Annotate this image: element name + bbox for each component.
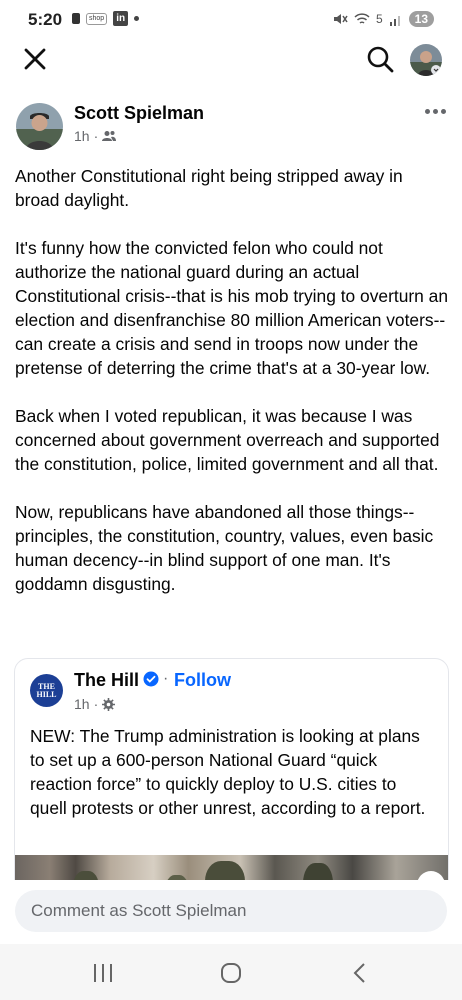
signal-icon <box>389 15 400 26</box>
home-icon <box>221 963 241 983</box>
linkedin-icon: in <box>113 11 129 26</box>
author-name[interactable]: Scott Spielman <box>74 103 204 124</box>
network-type-label: 5 <box>375 12 383 26</box>
recent-apps-button[interactable] <box>85 958 121 988</box>
search-icon <box>367 46 394 73</box>
post-paragraph: It's funny how the convicted felon who c… <box>15 238 449 378</box>
follow-button[interactable]: Follow <box>174 670 231 691</box>
comment-input[interactable] <box>15 890 447 932</box>
profile-avatar[interactable] <box>410 44 442 76</box>
mute-icon <box>333 14 348 24</box>
home-button[interactable] <box>213 958 249 988</box>
author-photo-icon <box>16 103 63 150</box>
lock-icon <box>72 13 80 24</box>
shared-post-text: NEW: The Trump administration is looking… <box>30 726 426 818</box>
recent-apps-icon <box>94 964 112 982</box>
battery-indicator: 13 <box>408 11 434 27</box>
post-meta: 1h · <box>74 128 117 144</box>
status-bar: 5:20 shop in 5 13 <box>0 0 462 40</box>
close-icon <box>24 48 46 70</box>
shared-page-name[interactable]: The Hill <box>74 670 139 691</box>
back-chevron-icon <box>353 963 365 983</box>
status-time: 5:20 <box>28 10 63 29</box>
wifi-icon <box>354 12 370 24</box>
more-dot-icon <box>440 108 446 114</box>
post-paragraph: Another Constitutional right being strip… <box>15 166 403 210</box>
post-more-options-button[interactable] <box>422 104 448 118</box>
back-button[interactable] <box>342 958 378 988</box>
post-paragraph: Back when I voted republican, it was bec… <box>15 406 440 474</box>
system-navigation-bar <box>0 944 462 1000</box>
author-avatar[interactable] <box>16 103 63 150</box>
post-header: Scott Spielman 1h · <box>0 98 462 154</box>
shared-post-meta: 1h · <box>74 696 116 712</box>
top-navigation <box>0 42 462 78</box>
the-hill-logo[interactable]: THE HILL <box>30 674 63 707</box>
meta-separator-dot: · <box>93 696 99 712</box>
friends-icon <box>102 131 117 141</box>
post-time[interactable]: 1h <box>74 128 90 144</box>
verified-badge-icon <box>143 671 159 687</box>
logo-text-line2: HILL <box>36 689 57 699</box>
follow-separator: · <box>163 670 169 687</box>
search-button[interactable] <box>366 45 394 73</box>
profile-photo-icon <box>410 44 442 76</box>
comment-bar <box>0 880 462 940</box>
settings-gear-icon <box>102 697 116 711</box>
more-dot-icon <box>432 108 438 114</box>
close-button[interactable] <box>22 46 48 72</box>
system-icons: 5 13 <box>332 11 434 27</box>
shared-post-card[interactable]: THE HILL The Hill · Follow 1h · NEW: The… <box>14 658 449 900</box>
meta-separator-dot: · <box>93 128 99 144</box>
post-body: Another Constitutional right being strip… <box>15 164 451 620</box>
notification-icons: shop in <box>72 11 140 26</box>
more-notifications-dot <box>134 16 140 21</box>
post-paragraph: Now, republicans have abandoned all thos… <box>15 502 434 594</box>
shared-post-time[interactable]: 1h <box>74 696 90 712</box>
shop-notification-icon: shop <box>86 12 108 25</box>
more-dot-icon <box>424 108 430 114</box>
